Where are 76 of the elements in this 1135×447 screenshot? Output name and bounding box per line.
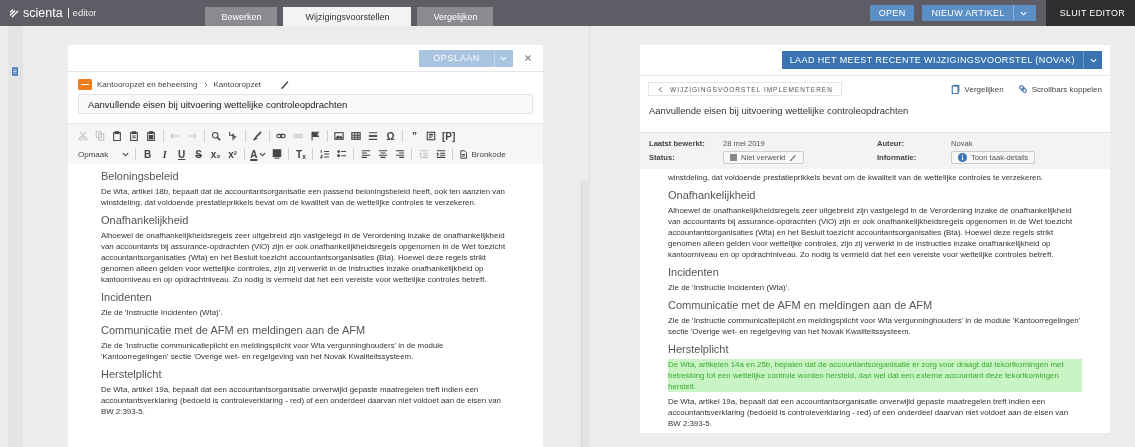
logo-text: scienta (23, 6, 63, 20)
horizontal-rule-icon (368, 131, 379, 141)
chevron-icon (202, 81, 209, 88)
flag-icon (310, 131, 321, 141)
format-dropdown[interactable]: Opmaak (75, 149, 132, 159)
link-icon (276, 131, 287, 141)
align-left-icon (360, 149, 371, 159)
redo-icon (187, 131, 198, 141)
bullet-list-icon (336, 149, 347, 159)
paste-icon (112, 131, 123, 141)
strikethrough-button[interactable]: S (191, 146, 207, 162)
italic-button[interactable]: I (157, 146, 173, 162)
align-center-icon (377, 149, 388, 159)
caret-icon (259, 151, 267, 157)
section-heading: Communicatie met de AFM en meldingen aan de AFM (668, 299, 934, 312)
bold-button[interactable]: B (140, 146, 156, 162)
paste-document-icon (146, 131, 157, 141)
close-editor-button[interactable]: SLUIT EDITOR (1045, 0, 1135, 26)
section-heading: Incidenten (668, 266, 720, 279)
toolbar-button[interactable]: x² (225, 146, 241, 162)
category-badge-icon (77, 79, 92, 90)
caret-icon (1019, 10, 1027, 16)
section-heading: Incidenten (100, 291, 153, 304)
logo-icon (8, 7, 20, 19)
link-scrollbars-link[interactable]: Scrollbars koppelen (1017, 84, 1102, 94)
breadcrumb-link[interactable]: Kantooropzet en beheersing (96, 80, 198, 89)
undo-icon (170, 131, 181, 141)
outdent-icon (418, 149, 429, 159)
image-icon (334, 131, 345, 141)
load-proposal-button[interactable]: LAAD HET MEEST RECENTE WIJZIGINGSVOORSTEL (NOVAK) (781, 51, 1102, 69)
section-heading: Herstelplicht (100, 368, 163, 381)
info-icon (958, 153, 967, 162)
title-field[interactable]: Aanvullende eisen bij uitvoering wettelijke controleopdrachten (77, 94, 533, 114)
copy-icon (95, 131, 106, 141)
chevron-left-icon (657, 85, 664, 93)
toolbar-button[interactable]: [P] (440, 128, 457, 144)
toolbar-button[interactable]: Tₓ (293, 146, 309, 162)
caret-icon (500, 55, 508, 61)
background-color-icon (271, 149, 282, 159)
pencil-icon (789, 153, 798, 162)
toolbar-button[interactable]: ” (406, 128, 422, 144)
compare-link[interactable]: Vergelijken (950, 84, 1004, 94)
pencil-icon (280, 79, 291, 90)
caret-icon (1089, 57, 1097, 63)
breadcrumb-link[interactable]: Kantooropzet (213, 80, 262, 89)
documents-icon (950, 84, 961, 94)
search-icon (211, 131, 222, 141)
scissors-icon (78, 131, 89, 141)
section-heading: Herstelplicht (668, 343, 730, 356)
section-heading: Onafhankelijkheid (668, 189, 757, 202)
show-blocks-icon (426, 131, 437, 141)
text-color-button[interactable]: A (249, 146, 268, 162)
tab[interactable]: Wijzigingsvoorstellen (283, 7, 412, 26)
document-icon (459, 149, 469, 159)
article-title: Aanvullende eisen bij uitvoering wettelijke controleopdrachten (648, 104, 910, 118)
paperclip-icon (1017, 84, 1028, 94)
replace-icon (228, 131, 239, 141)
numbered-list-icon (319, 149, 330, 159)
align-right-icon (394, 149, 405, 159)
table-icon (351, 131, 362, 141)
document-icon (10, 66, 21, 77)
toolbar-button[interactable]: Ω (382, 128, 398, 144)
section-heading: Beloningsbeleid (100, 170, 180, 183)
product-name: editor (67, 8, 97, 18)
section-heading: Communicatie met de AFM en meldingen aan de AFM (100, 324, 367, 337)
indent-icon (435, 149, 446, 159)
section-heading: Onafhankelijkheid (100, 214, 190, 227)
status-square-icon (730, 154, 737, 161)
source-button[interactable]: Bronkode (457, 149, 508, 159)
close-icon (522, 53, 533, 63)
unlink-icon (293, 131, 304, 141)
caret-icon (122, 151, 130, 157)
brush-icon (252, 131, 263, 141)
underline-button[interactable]: U (174, 146, 190, 162)
paste-text-icon (129, 131, 140, 141)
toolbar-button[interactable]: x₂ (208, 146, 224, 162)
